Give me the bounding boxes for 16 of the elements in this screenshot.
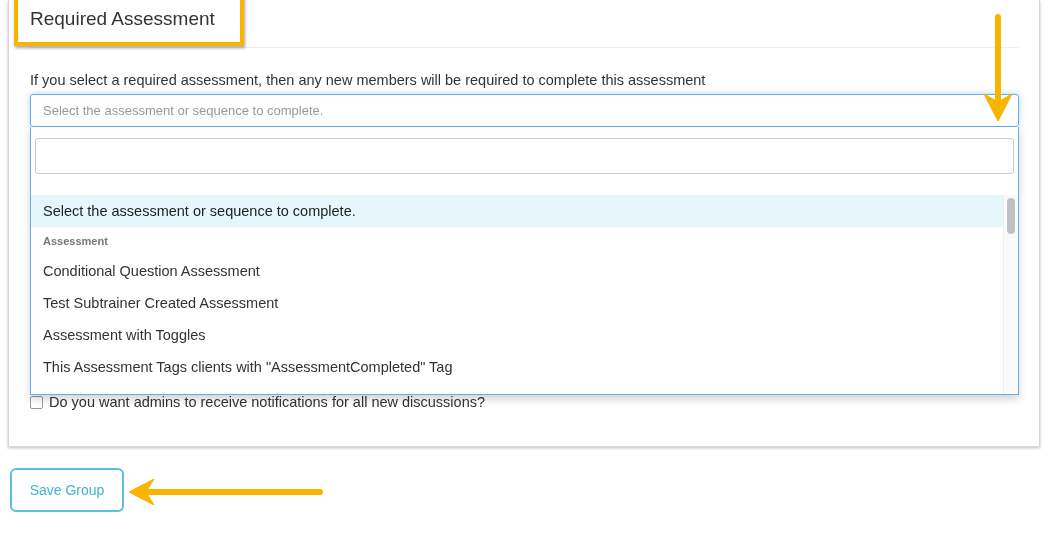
notify-checkbox-row[interactable]: Do you want admins to receive notifications for all new discussions? xyxy=(30,394,1019,410)
arrow-icon xyxy=(983,14,1013,122)
option-group-label: Assessment xyxy=(42,234,109,249)
scrollbar[interactable] xyxy=(1003,195,1018,394)
arrow-icon xyxy=(128,478,323,506)
scrollbar-thumb[interactable] xyxy=(1007,198,1015,234)
search-field[interactable] xyxy=(35,138,1014,174)
description-text: If you select a required assessment, then any new members will be required to complete this assessment xyxy=(30,72,707,89)
dropdown-option[interactable]: Conditional Question Assessment xyxy=(31,255,1003,287)
dropdown-option[interactable]: Test Subtrainer Created Assessment xyxy=(31,287,1003,319)
section-title: Required Assessment xyxy=(30,7,215,31)
dropdown-option[interactable]: Select the assessment or sequence to complete. xyxy=(31,195,1003,227)
dropdown-option[interactable]: Assessment with Toggles xyxy=(31,319,1003,351)
dropdown-option[interactable]: This Assessment Tags clients with "AssessmentCompleted" Tag xyxy=(31,351,1003,383)
checkbox[interactable] xyxy=(30,395,43,409)
checkbox-label: Do you want admins to receive notifications for all new discussions? xyxy=(49,394,486,410)
